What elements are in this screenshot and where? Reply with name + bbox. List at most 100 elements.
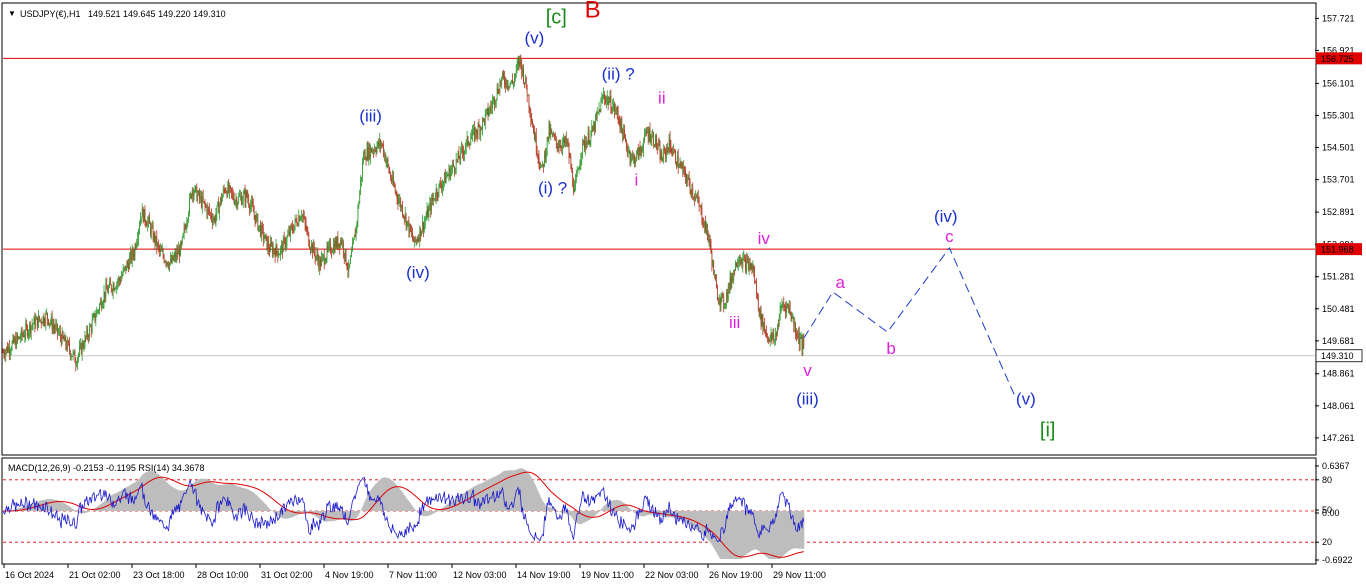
candle-body bbox=[29, 323, 30, 333]
candle-body bbox=[203, 201, 205, 202]
candle-body bbox=[239, 196, 240, 197]
candle-body bbox=[426, 208, 428, 218]
candle-body bbox=[378, 141, 380, 146]
candle-body bbox=[150, 227, 152, 234]
candle-body bbox=[307, 229, 309, 233]
candle-body bbox=[605, 99, 607, 103]
symbol-dropdown-icon[interactable]: ▼ bbox=[8, 9, 16, 18]
candle-body bbox=[102, 302, 104, 306]
candle-body bbox=[757, 294, 759, 309]
candle-body bbox=[381, 143, 382, 146]
candle-body bbox=[713, 261, 715, 276]
candle-body bbox=[458, 152, 460, 159]
candle-body bbox=[653, 134, 654, 145]
candle-body bbox=[654, 144, 655, 147]
candle-body bbox=[62, 331, 64, 338]
candle-body bbox=[727, 284, 729, 299]
candle-body bbox=[296, 220, 298, 225]
candle-body bbox=[407, 220, 409, 222]
candle-body bbox=[61, 331, 63, 344]
candle-body bbox=[435, 189, 437, 199]
candle-body bbox=[472, 129, 473, 137]
candle-body bbox=[297, 224, 299, 226]
candle-body bbox=[582, 140, 584, 153]
candle-body bbox=[147, 221, 149, 227]
candle-body bbox=[35, 319, 37, 328]
candle-body bbox=[85, 336, 87, 337]
candle-body bbox=[440, 182, 442, 187]
candle-body bbox=[64, 336, 66, 342]
candle-body bbox=[225, 191, 227, 193]
wave-label: (v) bbox=[525, 28, 545, 47]
candle-body bbox=[94, 313, 96, 321]
candle-body bbox=[360, 180, 361, 192]
candle-body bbox=[305, 223, 307, 230]
candle-body bbox=[575, 179, 576, 188]
candle-body bbox=[355, 226, 357, 238]
candle-body bbox=[29, 323, 31, 333]
candle-body bbox=[529, 107, 531, 114]
candle-body bbox=[132, 249, 134, 255]
candle-body bbox=[262, 225, 263, 229]
candle-body bbox=[465, 140, 467, 149]
candle-body bbox=[249, 205, 250, 210]
candle-body bbox=[167, 262, 169, 266]
trading-chart[interactable]: 157.721156.921156.101155.301154.501153.7… bbox=[0, 0, 1366, 588]
candle-body bbox=[599, 108, 601, 112]
candle-body bbox=[743, 256, 745, 258]
candle-body bbox=[325, 258, 327, 263]
candle-body bbox=[707, 233, 709, 241]
candle-body bbox=[69, 350, 71, 357]
candle-body bbox=[418, 238, 420, 241]
candle-body bbox=[623, 130, 624, 140]
candle-body bbox=[182, 233, 184, 237]
candle-body bbox=[724, 305, 725, 308]
candle-body bbox=[413, 236, 415, 242]
candle-body bbox=[639, 147, 641, 152]
candle-body bbox=[637, 148, 639, 159]
candle-body bbox=[557, 146, 559, 148]
candle-body bbox=[49, 322, 51, 323]
candle-body bbox=[775, 333, 776, 340]
candle-body bbox=[610, 95, 612, 111]
candle-body bbox=[702, 221, 704, 225]
candle-body bbox=[159, 246, 160, 251]
candle-body bbox=[369, 145, 371, 158]
candle-body bbox=[36, 316, 38, 320]
candle-body bbox=[285, 243, 287, 247]
candle-body bbox=[14, 338, 16, 343]
candle-body bbox=[370, 148, 371, 158]
candle-body bbox=[661, 152, 663, 162]
candle-body bbox=[526, 88, 528, 96]
candle-body bbox=[393, 176, 394, 185]
candle-body bbox=[243, 191, 245, 194]
candle-body bbox=[129, 257, 130, 270]
candle-body bbox=[736, 262, 737, 267]
candle-body bbox=[462, 147, 463, 152]
candle-body bbox=[524, 82, 525, 83]
candle-body bbox=[189, 197, 190, 214]
candle-body bbox=[414, 236, 416, 242]
candle-body bbox=[207, 207, 209, 215]
candle-body bbox=[188, 213, 189, 220]
candle-body bbox=[284, 238, 286, 247]
candle-body bbox=[777, 325, 779, 327]
candle-body bbox=[111, 290, 113, 293]
candle-body bbox=[204, 201, 206, 206]
candle-body bbox=[332, 251, 333, 253]
candle-body bbox=[264, 234, 266, 239]
candle-body bbox=[716, 280, 717, 288]
wave-label: (iv) bbox=[406, 263, 430, 282]
price-panel[interactable] bbox=[1, 2, 1317, 456]
candle-body bbox=[121, 274, 123, 277]
candle-body bbox=[191, 194, 192, 198]
candle-body bbox=[310, 248, 311, 250]
candle-body bbox=[28, 332, 29, 336]
candle-body bbox=[691, 188, 693, 194]
candle-body bbox=[744, 256, 745, 259]
candle-body bbox=[547, 136, 549, 140]
candle-body bbox=[704, 221, 705, 227]
candle-body bbox=[73, 351, 75, 353]
candle-body bbox=[211, 218, 213, 223]
candle-body bbox=[303, 217, 305, 219]
